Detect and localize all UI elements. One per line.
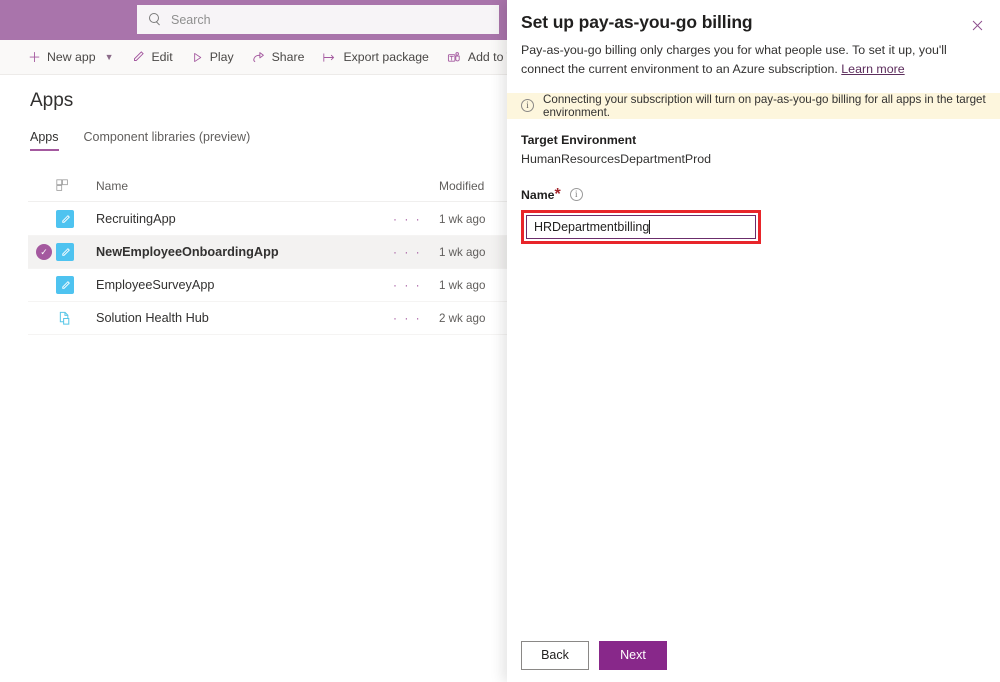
- top-header-bar: Search: [0, 0, 507, 40]
- info-icon: i: [521, 99, 534, 112]
- command-play-label: Play: [210, 50, 234, 64]
- teams-icon: [447, 51, 462, 64]
- panel-title: Set up pay-as-you-go billing: [521, 12, 976, 33]
- row-select-checkbox[interactable]: ✓: [28, 244, 56, 260]
- row-overflow-menu[interactable]: · · ·: [393, 311, 439, 325]
- required-marker: *: [555, 186, 561, 203]
- tab-apps[interactable]: Apps: [30, 130, 59, 151]
- grid-icon[interactable]: [56, 179, 86, 192]
- table-row[interactable]: RecruitingApp · · · 1 wk ago: [28, 203, 507, 236]
- name-input-value: HRDepartmentbilling: [534, 220, 649, 234]
- table-row[interactable]: ✓ NewEmployeeOnboardingApp · · · 1 wk ag…: [28, 236, 507, 269]
- app-root: Search ＋ New app ▼ Edit Play: [0, 0, 1000, 682]
- row-overflow-menu[interactable]: · · ·: [393, 245, 439, 259]
- info-banner-text: Connecting your subscription will turn o…: [543, 93, 1000, 119]
- header-modified[interactable]: Modified: [439, 179, 507, 193]
- tab-component-libraries[interactable]: Component libraries (preview): [84, 130, 251, 151]
- canvas-app-icon: [56, 243, 86, 261]
- row-modified: 1 wk ago: [439, 279, 507, 292]
- info-banner: i Connecting your subscription will turn…: [507, 93, 1000, 119]
- name-input[interactable]: HRDepartmentbilling: [526, 215, 756, 239]
- play-icon: [191, 51, 204, 64]
- command-export-package-label: Export package: [343, 50, 428, 64]
- command-edit[interactable]: Edit: [131, 40, 181, 75]
- command-share[interactable]: Share: [252, 40, 314, 75]
- next-button[interactable]: Next: [599, 641, 667, 670]
- row-modified: 2 wk ago: [439, 312, 507, 325]
- header-name[interactable]: Name: [86, 179, 393, 193]
- command-share-label: Share: [272, 50, 305, 64]
- share-icon: [252, 50, 266, 64]
- panel-footer: Back Next: [507, 628, 1000, 682]
- command-edit-label: Edit: [151, 50, 172, 64]
- name-label-wrap: Name*: [521, 186, 561, 204]
- panel-form: Target Environment HumanResourcesDepartm…: [507, 119, 1000, 244]
- table-row[interactable]: Solution Health Hub · · · 2 wk ago: [28, 302, 507, 335]
- row-name[interactable]: Solution Health Hub: [86, 311, 393, 325]
- info-icon[interactable]: i: [570, 188, 583, 201]
- panel-description: Pay-as-you-go billing only charges you f…: [521, 41, 983, 79]
- chevron-down-icon: ▼: [105, 52, 114, 62]
- target-environment-label: Target Environment: [521, 133, 986, 147]
- row-name[interactable]: EmployeeSurveyApp: [86, 278, 393, 292]
- target-environment-value: HumanResourcesDepartmentProd: [521, 152, 986, 166]
- canvas-app-icon: [56, 210, 86, 228]
- page-tabs: Apps Component libraries (preview): [30, 130, 250, 151]
- row-overflow-menu[interactable]: · · ·: [393, 278, 439, 292]
- command-new-app-label: New app: [47, 50, 96, 64]
- command-play[interactable]: Play: [191, 40, 243, 75]
- row-modified: 1 wk ago: [439, 213, 507, 226]
- name-field-highlight: HRDepartmentbilling: [521, 210, 761, 244]
- close-icon[interactable]: [964, 12, 990, 38]
- row-name[interactable]: NewEmployeeOnboardingApp: [86, 245, 393, 259]
- row-name[interactable]: RecruitingApp: [86, 212, 393, 226]
- command-export-package[interactable]: Export package: [322, 40, 437, 75]
- check-icon[interactable]: ✓: [36, 244, 52, 260]
- row-modified: 1 wk ago: [439, 246, 507, 259]
- search-input[interactable]: Search: [137, 5, 499, 34]
- command-add-to-teams-label: Add to Teams: [468, 50, 507, 64]
- command-bar: ＋ New app ▼ Edit Play: [0, 40, 507, 75]
- command-add-to-teams[interactable]: Add to Teams: [447, 40, 507, 75]
- export-icon: [322, 51, 337, 64]
- command-new-app[interactable]: ＋ New app ▼: [28, 40, 122, 75]
- search-placeholder: Search: [171, 13, 211, 27]
- page-title: Apps: [30, 90, 73, 112]
- text-caret: [649, 220, 650, 234]
- table-row[interactable]: EmployeeSurveyApp · · · 1 wk ago: [28, 269, 507, 302]
- document-app-icon: [56, 309, 86, 327]
- name-field-label-row: Name* i: [521, 186, 986, 204]
- list-column-headers: Name Modified: [28, 170, 507, 202]
- maker-portal-background: Search ＋ New app ▼ Edit Play: [0, 0, 507, 682]
- panel-header: Set up pay-as-you-go billing Pay-as-you-…: [507, 0, 1000, 79]
- canvas-app-icon: [56, 276, 86, 294]
- back-button[interactable]: Back: [521, 641, 589, 670]
- learn-more-link[interactable]: Learn more: [841, 62, 904, 76]
- search-icon: [149, 13, 162, 26]
- name-label: Name: [521, 188, 555, 202]
- pencil-icon: [131, 50, 145, 64]
- pay-as-you-go-setup-panel: Set up pay-as-you-go billing Pay-as-you-…: [507, 0, 1000, 682]
- plus-icon: ＋: [28, 51, 41, 64]
- row-overflow-menu[interactable]: · · ·: [393, 212, 439, 226]
